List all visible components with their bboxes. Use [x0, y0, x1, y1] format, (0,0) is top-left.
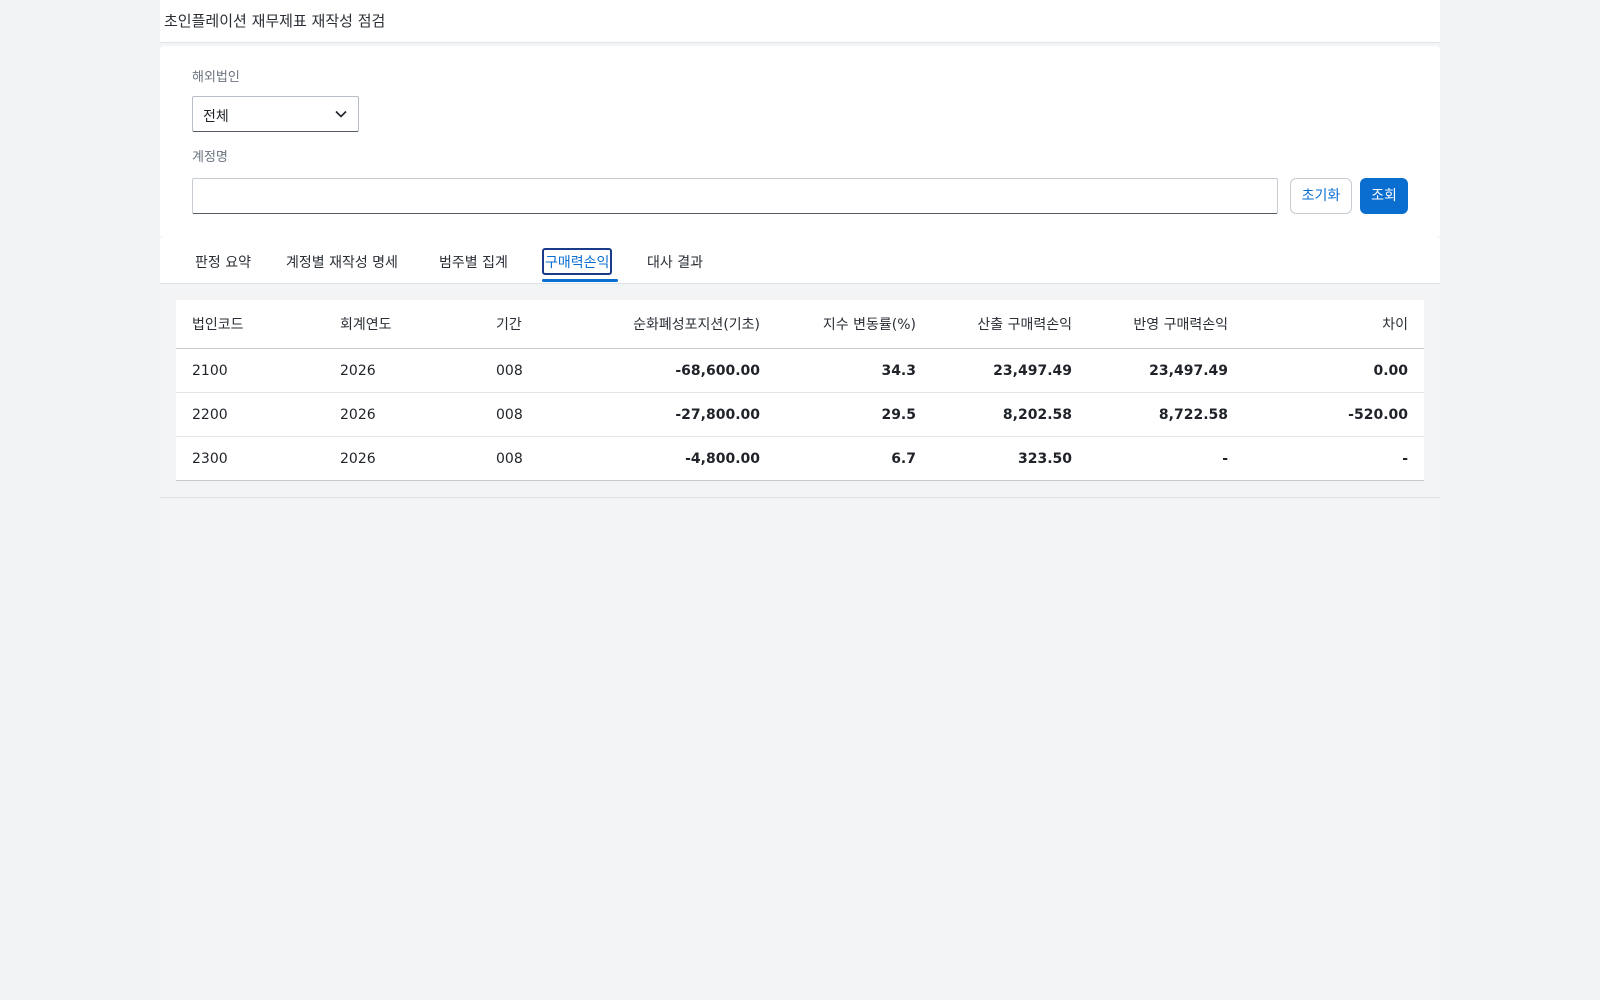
filter-panel: 해외법인 전체 계정명 초기화 조회: [160, 46, 1440, 238]
entity-select-value: 전체: [203, 109, 229, 125]
reset-button[interactable]: 초기화: [1290, 178, 1352, 214]
cell-difference: -520.00: [1244, 392, 1424, 437]
cell-fiscal-year: 2026: [324, 436, 480, 481]
col-header-index-change-rate[interactable]: 지수 변동률(%): [776, 300, 932, 349]
cell-entity-code: 2200: [176, 392, 324, 437]
cell-reflected-gain-loss: -: [1088, 436, 1244, 481]
entity-select[interactable]: 전체: [192, 96, 359, 132]
col-header-period[interactable]: 기간: [480, 300, 580, 349]
cell-period: 008: [480, 436, 580, 481]
app-window: 초인플레이션 재무제표 재작성 점검 해외법인 전체 계정명 초기화 조회 판정…: [160, 0, 1440, 1000]
col-header-reflected-gain-loss[interactable]: 반영 구매력손익: [1088, 300, 1244, 349]
cell-entity-code: 2300: [176, 436, 324, 481]
table-header-row: 법인코드 회계연도 기간 순화폐성포지션(기초) 지수 변동률(%) 산출 구매…: [176, 300, 1424, 349]
cell-period: 008: [480, 392, 580, 437]
account-input[interactable]: [192, 178, 1278, 214]
cell-net-monetary-position: -68,600.00: [580, 348, 776, 393]
entity-label: 해외법인: [192, 70, 240, 85]
cell-reflected-gain-loss: 23,497.49: [1088, 348, 1244, 393]
table-row[interactable]: 2100 2026 008 -68,600.00 34.3 23,497.49 …: [176, 348, 1424, 393]
title-bar: 초인플레이션 재무제표 재작성 점검: [160, 0, 1440, 43]
col-header-fiscal-year[interactable]: 회계연도: [324, 300, 480, 349]
col-header-net-monetary-position[interactable]: 순화폐성포지션(기초): [580, 300, 776, 349]
search-button[interactable]: 조회: [1360, 178, 1408, 214]
table-row[interactable]: 2200 2026 008 -27,800.00 29.5 8,202.58 8…: [176, 392, 1424, 437]
tab-reconciliation-result[interactable]: 대사 결과: [647, 252, 703, 272]
cell-index-change-rate: 6.7: [776, 436, 932, 481]
focus-ring: [542, 248, 613, 275]
col-header-entity-code[interactable]: 법인코드: [176, 300, 324, 349]
cell-calculated-gain-loss: 23,497.49: [932, 348, 1088, 393]
cell-entity-code: 2100: [176, 348, 324, 393]
tab-bar: 판정 요약 계정별 재작성 명세 범주별 집계 구매력손익 대사 결과: [160, 238, 1440, 284]
active-tab-indicator: [542, 279, 618, 282]
tab-purchasing-power-gain-loss[interactable]: 구매력손익: [542, 248, 613, 275]
tab-account-restatement-detail[interactable]: 계정별 재작성 명세: [286, 252, 398, 272]
col-header-difference[interactable]: 차이: [1244, 300, 1424, 349]
cell-period: 008: [480, 348, 580, 393]
cell-reflected-gain-loss: 8,722.58: [1088, 392, 1244, 437]
cell-index-change-rate: 29.5: [776, 392, 932, 437]
table-panel: 법인코드 회계연도 기간 순화폐성포지션(기초) 지수 변동률(%) 산출 구매…: [160, 284, 1440, 498]
cell-net-monetary-position: -4,800.00: [580, 436, 776, 481]
cell-net-monetary-position: -27,800.00: [580, 392, 776, 437]
chevron-down-icon: [335, 110, 347, 118]
tab-category-summary[interactable]: 범주별 집계: [439, 252, 508, 272]
purchasing-power-table: 법인코드 회계연도 기간 순화폐성포지션(기초) 지수 변동률(%) 산출 구매…: [176, 300, 1424, 481]
cell-calculated-gain-loss: 323.50: [932, 436, 1088, 481]
cell-difference: -: [1244, 436, 1424, 481]
cell-index-change-rate: 34.3: [776, 348, 932, 393]
page-title: 초인플레이션 재무제표 재작성 점검: [164, 12, 386, 30]
cell-fiscal-year: 2026: [324, 348, 480, 393]
account-label: 계정명: [192, 150, 228, 165]
tab-judgement-summary[interactable]: 판정 요약: [195, 252, 251, 272]
col-header-calculated-gain-loss[interactable]: 산출 구매력손익: [932, 300, 1088, 349]
cell-fiscal-year: 2026: [324, 392, 480, 437]
cell-difference: 0.00: [1244, 348, 1424, 393]
cell-calculated-gain-loss: 8,202.58: [932, 392, 1088, 437]
table-row[interactable]: 2300 2026 008 -4,800.00 6.7 323.50 - -: [176, 436, 1424, 481]
